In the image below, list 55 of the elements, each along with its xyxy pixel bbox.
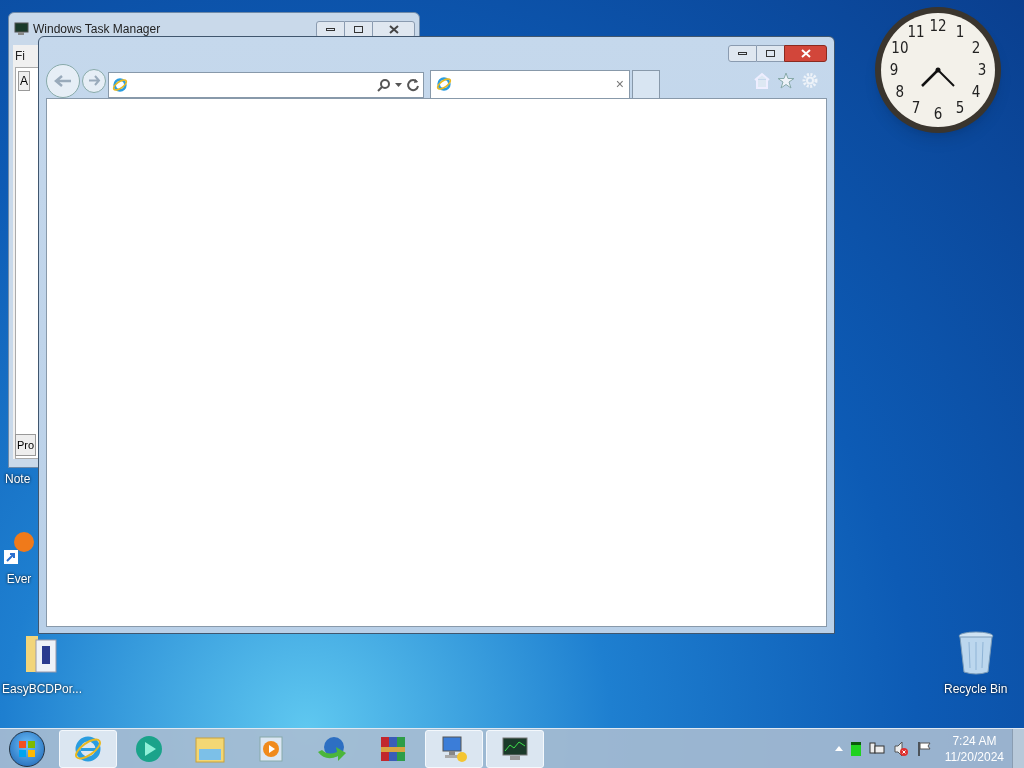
- taskbar-button[interactable]: [425, 729, 483, 768]
- clock-numeral: 8: [895, 84, 905, 100]
- flag-icon[interactable]: [916, 740, 931, 757]
- menu-item[interactable]: Fi: [15, 45, 25, 67]
- desktop-icon-label[interactable]: Note: [5, 470, 31, 488]
- processes-button[interactable]: Pro: [15, 433, 37, 456]
- clock-numeral: 7: [911, 100, 921, 116]
- close-button[interactable]: [784, 45, 827, 62]
- forward-button[interactable]: [82, 68, 106, 93]
- monitor-chart-icon: [13, 22, 29, 36]
- clock-numeral: 12: [929, 18, 947, 34]
- desktop-icon-label[interactable]: EasyBCDPor...: [2, 680, 83, 698]
- clock-numeral: 1: [955, 24, 965, 40]
- clock-hands-icon: [921, 67, 955, 87]
- back-button[interactable]: [46, 63, 80, 98]
- close-icon: [388, 24, 399, 34]
- media-circle-icon: [134, 733, 164, 764]
- browser-e-icon: [112, 76, 128, 93]
- star-icon[interactable]: [777, 72, 795, 89]
- signal-meter-icon[interactable]: [850, 741, 861, 756]
- tab-close-button[interactable]: ×: [615, 77, 624, 91]
- clock-numeral: 6: [933, 106, 943, 122]
- computer-network-icon: [439, 733, 469, 764]
- search-icon: [377, 77, 391, 92]
- show-hidden-icons-icon[interactable]: [834, 746, 843, 751]
- close-icon: [800, 49, 811, 58]
- refresh-icon: [406, 77, 420, 92]
- network-icon[interactable]: [868, 740, 885, 757]
- show-desktop-button[interactable]: [1012, 728, 1024, 768]
- maximize-button[interactable]: [757, 45, 784, 62]
- clock-numeral: 3: [977, 62, 987, 78]
- shortcut-icon: [2, 532, 36, 566]
- new-tab-button[interactable]: [632, 69, 660, 98]
- clock-numeral: 10: [891, 40, 909, 56]
- back-arrow-icon: [54, 73, 72, 88]
- play-icon: [256, 733, 286, 764]
- tab[interactable]: A: [18, 71, 30, 91]
- desktop-icon-label[interactable]: Recycle Bin: [944, 680, 1008, 698]
- address-field[interactable]: [108, 71, 424, 98]
- clock-numeral: 9: [889, 62, 899, 78]
- clock-numeral: 4: [971, 84, 981, 100]
- windows-logo-icon: [18, 739, 36, 758]
- speaker-muted-icon[interactable]: [892, 740, 909, 757]
- browser-e-icon: [436, 76, 452, 92]
- window-title: Windows Task Manager: [33, 21, 161, 38]
- browser-tab[interactable]: ×: [430, 69, 630, 98]
- forward-arrow-icon: [87, 75, 101, 86]
- taskbar-button[interactable]: [486, 729, 544, 768]
- minimize-button[interactable]: [728, 45, 757, 62]
- clock-numeral: 11: [907, 24, 925, 40]
- clock-numeral: 5: [955, 100, 965, 116]
- desktop-icon-label[interactable]: Ever: [6, 570, 32, 588]
- start-button[interactable]: [9, 730, 45, 767]
- caret-icon: [395, 82, 402, 87]
- clock-numeral: 2: [971, 40, 981, 56]
